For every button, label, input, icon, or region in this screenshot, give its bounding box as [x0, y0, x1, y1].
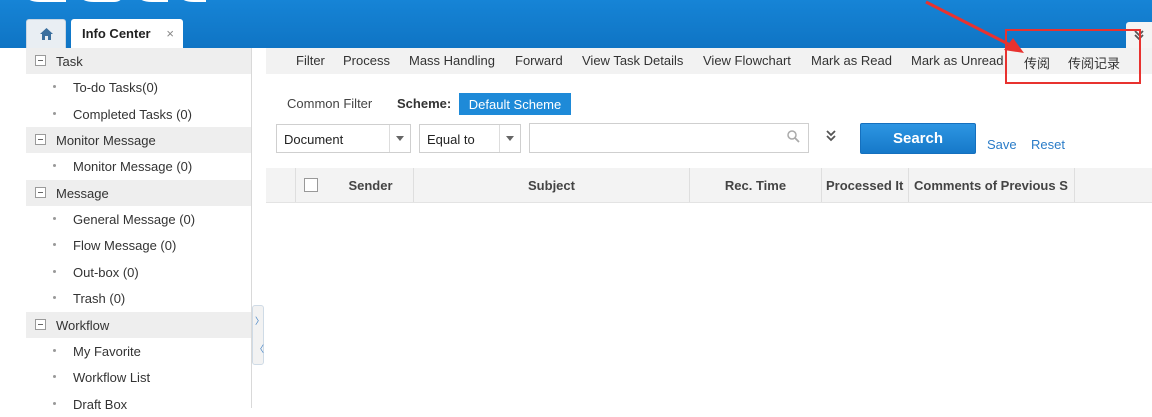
sidebar-item-draft-box[interactable]: Draft Box [26, 391, 251, 417]
sidebar-item-trash[interactable]: Trash (0) [26, 285, 251, 312]
annotation-arrow [920, 0, 1030, 60]
dropdown-arrow-icon[interactable] [389, 125, 410, 152]
close-tab-icon[interactable]: × [166, 26, 174, 41]
sidebar-group-label: Monitor Message [56, 133, 156, 148]
forward-button[interactable]: Forward [515, 53, 563, 68]
column-rec-time[interactable]: Rec. Time [690, 168, 822, 202]
bullet-icon [53, 112, 56, 115]
bullet-icon [53, 349, 56, 352]
sidebar-item-completed-tasks[interactable]: Completed Tasks (0) [26, 101, 251, 128]
home-tab[interactable] [26, 19, 66, 48]
search-input[interactable] [534, 125, 784, 151]
sidebar-item-label: Monitor Message (0) [73, 159, 192, 174]
bullet-icon [53, 375, 56, 378]
bullet-icon [53, 270, 56, 273]
search-box[interactable] [529, 123, 809, 153]
tab-info-center[interactable]: Info Center × [71, 19, 183, 48]
sidebar-item-label: Completed Tasks (0) [73, 107, 192, 122]
bullet-icon [53, 85, 56, 88]
select-all-checkbox[interactable] [304, 178, 318, 192]
sidebar-item-monitor-message[interactable]: Monitor Message (0) [26, 153, 251, 180]
dropdown-arrow-icon[interactable] [499, 125, 520, 152]
sidebar-item-label: General Message (0) [73, 212, 195, 227]
sidebar-item-out-box[interactable]: Out-box (0) [26, 259, 251, 286]
scheme-label: Scheme: [397, 96, 451, 111]
table-header: Sender Subject Rec. Time Processed It Co… [266, 168, 1152, 203]
sidebar-item-todo-tasks[interactable]: To-do Tasks(0) [26, 74, 251, 101]
home-icon [40, 28, 53, 40]
chevron-left-icon[interactable]: 〈 [255, 342, 264, 355]
collapse-icon[interactable] [35, 319, 46, 330]
sidebar-item-label: Trash (0) [73, 291, 125, 306]
sidebar-item-label: Draft Box [73, 397, 127, 412]
operator-select[interactable]: Equal to [419, 124, 521, 153]
sidebar-group-label: Workflow [56, 318, 109, 333]
search-button[interactable]: Search [860, 123, 976, 154]
mark-as-read-button[interactable]: Mark as Read [811, 53, 892, 68]
row-number-header [266, 168, 296, 202]
bullet-icon [53, 164, 56, 167]
filter-button[interactable]: Filter [296, 53, 325, 68]
operator-select-value: Equal to [427, 132, 475, 147]
sidebar-item-flow-message[interactable]: Flow Message (0) [26, 232, 251, 259]
sidebar-item-label: Out-box (0) [73, 265, 139, 280]
sidebar-item-label: To-do Tasks(0) [73, 80, 158, 95]
sidebar-item-my-favorite[interactable]: My Favorite [26, 338, 251, 365]
collapse-icon[interactable] [35, 187, 46, 198]
bullet-icon [53, 296, 56, 299]
field-select[interactable]: Document [276, 124, 411, 153]
collapse-icon[interactable] [35, 134, 46, 145]
sidebar-group-label: Message [56, 186, 109, 201]
process-button[interactable]: Process [343, 53, 390, 68]
default-scheme-button[interactable]: Default Scheme [459, 93, 571, 115]
mass-handling-button[interactable]: Mass Handling [409, 53, 495, 68]
view-task-details-button[interactable]: View Task Details [582, 53, 683, 68]
sidebar-nav: Task To-do Tasks(0) Completed Tasks (0) … [26, 48, 252, 408]
app-logo [18, 0, 208, 10]
sidebar-item-general-message[interactable]: General Message (0) [26, 206, 251, 233]
collapse-icon[interactable] [35, 55, 46, 66]
save-link[interactable]: Save [987, 137, 1017, 152]
sidebar-group-message[interactable]: Message [26, 180, 251, 206]
sidebar-item-workflow-list[interactable]: Workflow List [26, 364, 251, 391]
expand-filter-icon[interactable] [824, 129, 838, 143]
sidebar-item-label: My Favorite [73, 344, 141, 359]
tab-info-center-label: Info Center [82, 26, 151, 41]
column-subject[interactable]: Subject [414, 168, 690, 202]
search-icon[interactable] [787, 130, 800, 143]
sidebar-group-workflow[interactable]: Workflow [26, 312, 251, 338]
bullet-icon [53, 243, 56, 246]
sidebar-group-task[interactable]: Task [26, 48, 251, 74]
bullet-icon [53, 217, 56, 220]
sidebar-item-label: Workflow List [73, 370, 150, 385]
field-select-value: Document [284, 132, 343, 147]
reset-link[interactable]: Reset [1031, 137, 1065, 152]
sidebar-splitter[interactable]: 〉 〈 [252, 305, 264, 365]
common-filter-link[interactable]: Common Filter [287, 96, 372, 111]
sidebar-group-label: Task [56, 54, 83, 69]
view-flowchart-button[interactable]: View Flowchart [703, 53, 791, 68]
column-processed-items[interactable]: Processed It [822, 168, 909, 202]
bullet-icon [53, 402, 56, 405]
sidebar-group-monitor-message[interactable]: Monitor Message [26, 127, 251, 153]
chevron-right-icon[interactable]: 〉 [255, 314, 264, 327]
column-sender[interactable]: Sender [328, 168, 414, 202]
column-comments-previous[interactable]: Comments of Previous S [909, 168, 1075, 202]
sidebar-item-label: Flow Message (0) [73, 238, 176, 253]
